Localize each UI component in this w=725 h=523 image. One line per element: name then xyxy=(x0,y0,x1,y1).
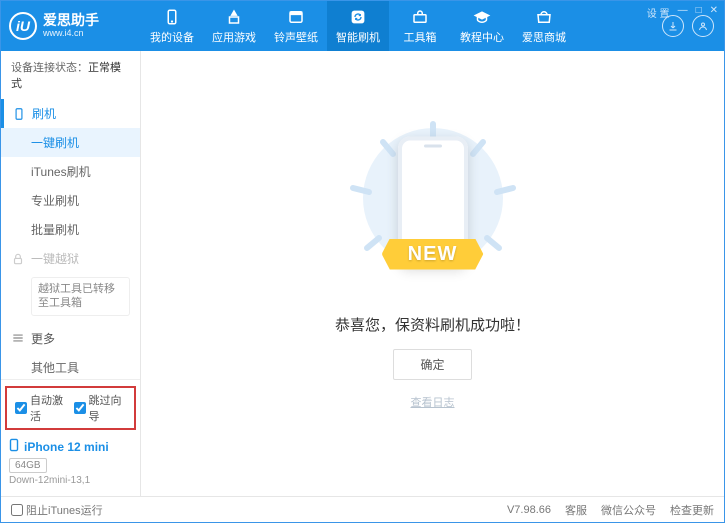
nav-label: 工具箱 xyxy=(404,29,437,45)
success-illustration: NEW xyxy=(323,118,543,298)
device-icon xyxy=(9,438,19,455)
sidebar-group-jailbreak[interactable]: 一键越狱 xyxy=(1,244,140,273)
connected-device[interactable]: iPhone 12 mini 64GB Down-12mini-13,1 xyxy=(1,436,140,488)
footer: 阻止iTunes运行 V7.98.66 客服 微信公众号 检查更新 xyxy=(1,496,724,522)
nav-label: 我的设备 xyxy=(150,29,194,45)
wallpaper-icon xyxy=(287,8,305,26)
auto-activate-checkbox[interactable]: 自动激活 xyxy=(15,392,68,424)
sidebar-item-oneclick-flash[interactable]: 一键刷机 xyxy=(1,128,140,157)
sidebar-bottom: 自动激活 跳过向导 iPhone 12 mini 64GB Down-12min… xyxy=(1,379,140,496)
phone-outline-icon xyxy=(12,107,26,121)
nav-label: 智能刷机 xyxy=(336,29,380,45)
support-link[interactable]: 客服 xyxy=(565,502,587,518)
sidebar: 设备连接状态：正常模式 刷机 一键刷机 iTunes刷机 专业刷机 批量刷机 一… xyxy=(1,51,141,496)
nav-toolbox[interactable]: 工具箱 xyxy=(389,1,451,51)
maximize-button[interactable]: □ xyxy=(696,5,702,20)
main-content: NEW 恭喜您，保资料刷机成功啦！ 确定 查看日志 xyxy=(141,51,724,496)
device-storage-badge: 64GB xyxy=(9,458,47,473)
skip-guide-checkbox[interactable]: 跳过向导 xyxy=(74,392,127,424)
brand-logo-icon: iU xyxy=(9,12,37,40)
phone-icon xyxy=(163,8,181,26)
settings-link[interactable]: 设 置 xyxy=(647,5,670,20)
apps-icon xyxy=(225,8,243,26)
brand: iU 爱思助手 www.i4.cn xyxy=(1,12,141,40)
sidebar-item-itunes-flash[interactable]: iTunes刷机 xyxy=(1,157,140,186)
new-ribbon: NEW xyxy=(382,239,484,270)
device-status: 设备连接状态：正常模式 xyxy=(1,51,140,99)
window-controls: 设 置 — □ ✕ xyxy=(647,5,718,20)
version-label: V7.98.66 xyxy=(507,504,551,516)
minimize-button[interactable]: — xyxy=(678,5,688,20)
block-itunes-checkbox[interactable]: 阻止iTunes运行 xyxy=(11,502,103,518)
sidebar-item-pro-flash[interactable]: 专业刷机 xyxy=(1,186,140,215)
sidebar-group-more[interactable]: 更多 xyxy=(1,324,140,353)
close-button[interactable]: ✕ xyxy=(710,5,718,20)
nav-label: 应用游戏 xyxy=(212,29,256,45)
lock-icon xyxy=(11,252,25,266)
brand-url: www.i4.cn xyxy=(43,29,99,39)
nav-label: 教程中心 xyxy=(460,29,504,45)
check-update-link[interactable]: 检查更新 xyxy=(670,502,714,518)
title-bar: iU 爱思助手 www.i4.cn 我的设备 应用游戏 铃声壁纸 智能刷机 xyxy=(1,1,724,51)
nav-label: 铃声壁纸 xyxy=(274,29,318,45)
nav-my-device[interactable]: 我的设备 xyxy=(141,1,203,51)
success-message: 恭喜您，保资料刷机成功啦！ xyxy=(335,314,530,335)
nav-ringtone-wallpaper[interactable]: 铃声壁纸 xyxy=(265,1,327,51)
refresh-icon xyxy=(349,8,367,26)
store-icon xyxy=(535,8,553,26)
sidebar-group-flash[interactable]: 刷机 xyxy=(8,99,66,128)
nav-store[interactable]: 爱思商城 xyxy=(513,1,575,51)
sidebar-item-batch-flash[interactable]: 批量刷机 xyxy=(1,215,140,244)
main-nav: 我的设备 应用游戏 铃声壁纸 智能刷机 工具箱 教程中心 xyxy=(141,1,662,51)
nav-tutorials[interactable]: 教程中心 xyxy=(451,1,513,51)
nav-smart-flash[interactable]: 智能刷机 xyxy=(327,1,389,51)
app-body: 设备连接状态：正常模式 刷机 一键刷机 iTunes刷机 专业刷机 批量刷机 一… xyxy=(1,51,724,496)
app-window: 设 置 — □ ✕ iU 爱思助手 www.i4.cn 我的设备 应用游戏 铃声… xyxy=(0,0,725,523)
ok-button[interactable]: 确定 xyxy=(393,349,471,380)
toolbox-icon xyxy=(411,8,429,26)
menu-icon xyxy=(11,331,25,345)
jailbreak-note: 越狱工具已转移至工具箱 xyxy=(31,277,130,316)
wechat-link[interactable]: 微信公众号 xyxy=(601,502,656,518)
view-log-link[interactable]: 查看日志 xyxy=(411,394,455,410)
brand-name: 爱思助手 xyxy=(43,13,99,28)
sidebar-item-other-tools[interactable]: 其他工具 xyxy=(1,353,140,379)
nav-apps-games[interactable]: 应用游戏 xyxy=(203,1,265,51)
graduation-icon xyxy=(473,8,491,26)
options-row: 自动激活 跳过向导 xyxy=(5,386,136,430)
device-model: Down-12mini-13,1 xyxy=(9,475,132,486)
nav-label: 爱思商城 xyxy=(522,29,566,45)
